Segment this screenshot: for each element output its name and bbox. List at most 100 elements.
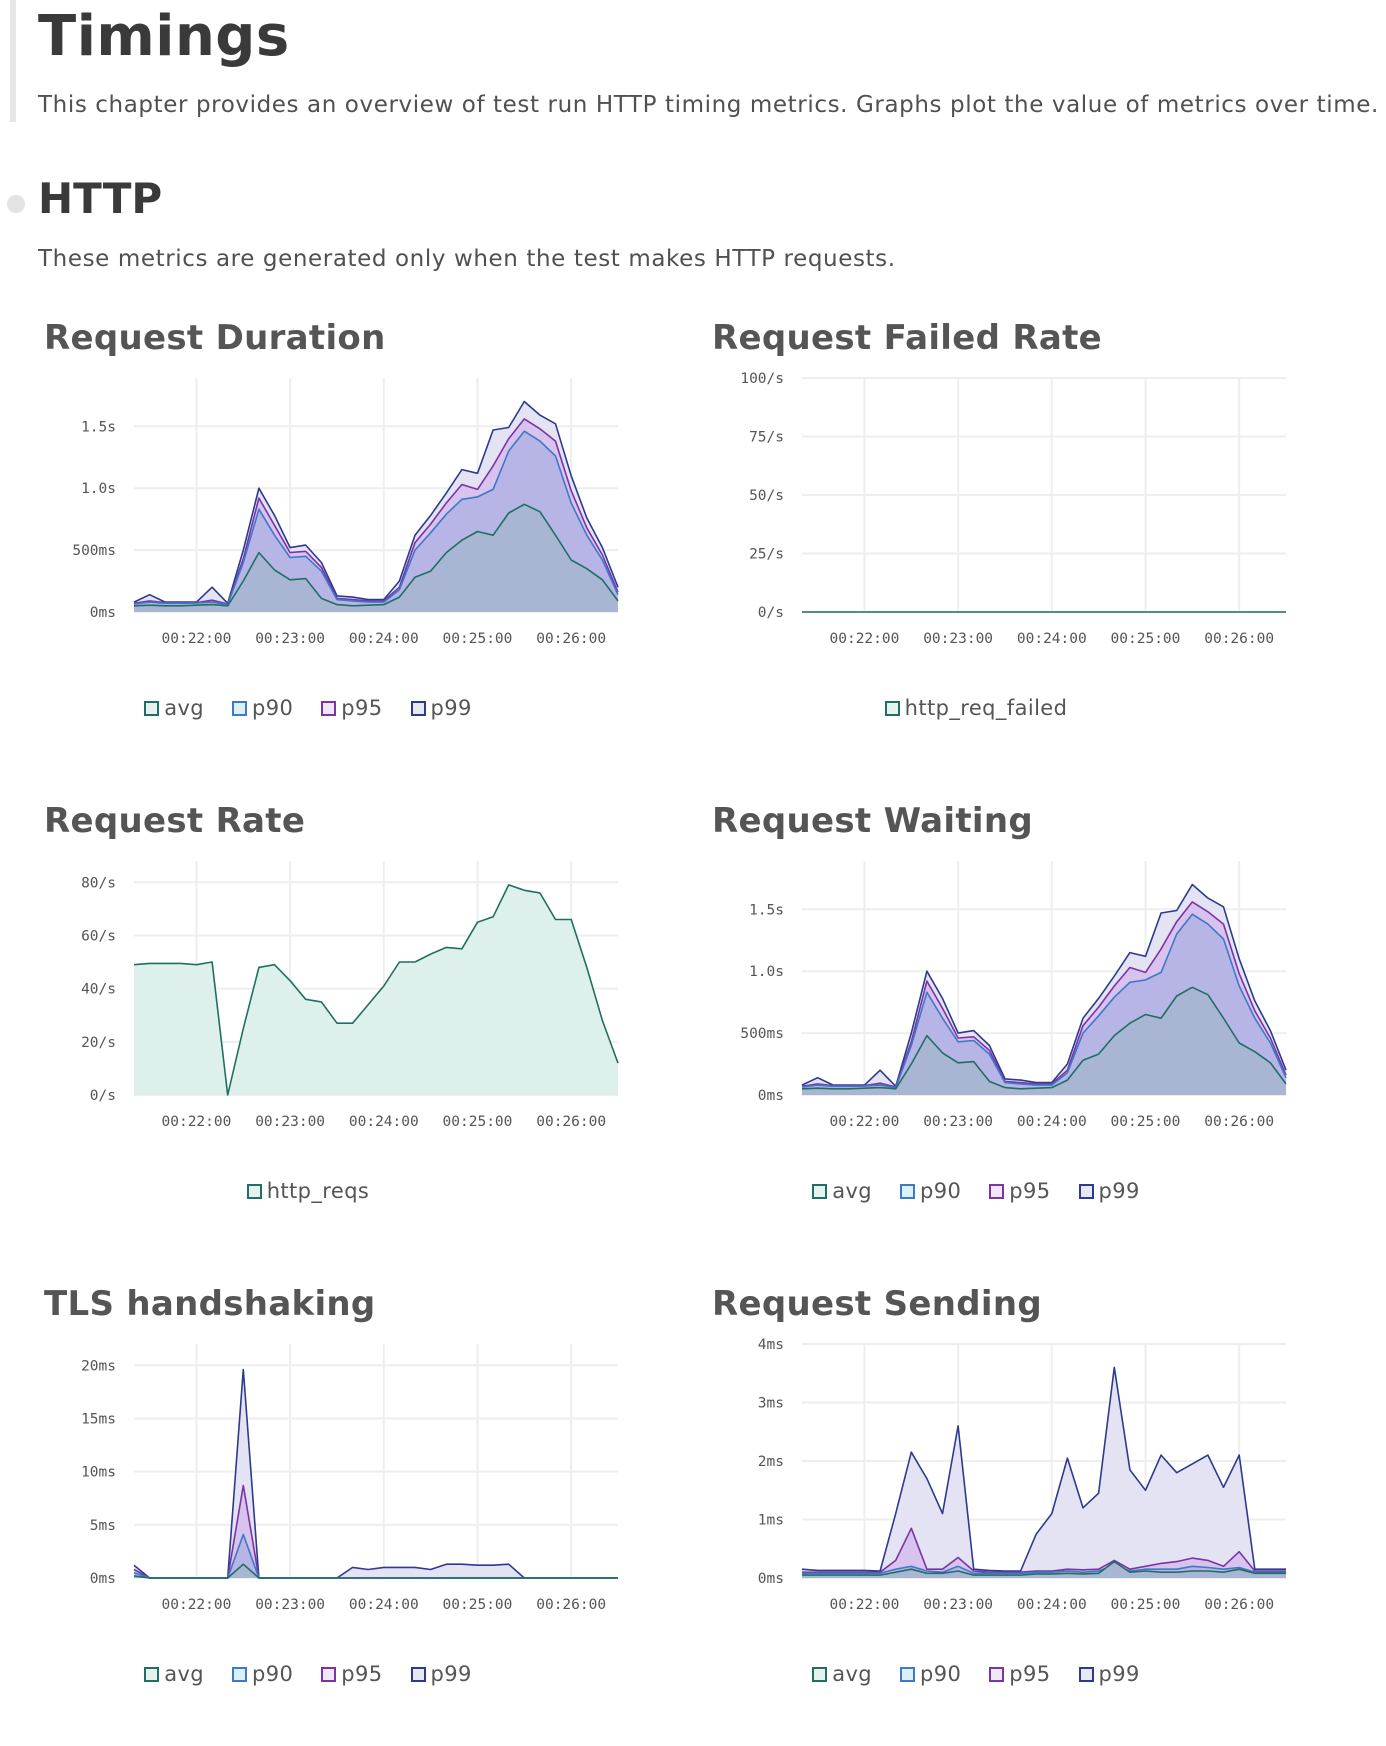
x-tick-label: 00:22:00 [162,1597,232,1613]
chart-canvas: 0ms 5ms 10ms 15ms 20ms 00:22:00 00:23:00 00:24:… [81,1344,618,1613]
chart-legend[interactable]: http_req_failed [706,696,1246,720]
legend-item-p90[interactable]: p90 [232,696,293,720]
x-tick-label: 00:23:00 [255,631,325,647]
x-tick-label: 00:22:00 [830,631,900,647]
chart-title: Request Failed Rate [712,318,1103,358]
y-tick-label: 15ms [81,1411,116,1427]
legend-item-p90[interactable]: p90 [232,1662,293,1686]
x-tick-label: 00:23:00 [255,1114,325,1130]
legend-item-avg[interactable]: avg [144,696,204,720]
legend-item-p99[interactable]: p99 [1078,1662,1140,1686]
series-line-p99 [133,1368,618,1579]
page-description: This chapter provides an overview of tes… [38,92,1379,118]
legend-label: p90 [252,696,294,720]
y-tick-label: 3ms [758,1396,784,1412]
y-tick-label: 4ms [758,1337,784,1353]
chart-legend[interactable]: avg p90 p95 p99 [38,696,578,720]
y-tick-label: 0/s [90,1088,116,1104]
chart-legend[interactable]: avg p90 p95 p99 [706,1662,1246,1686]
y-tick-label: 50/s [749,488,784,504]
legend-swatch [1078,1666,1094,1682]
chart-request-duration: Request Duration 0ms 500ms 1.0s 1.5s 00:22:0… [38,318,678,768]
x-tick-label: 00:22:00 [162,631,232,647]
legend-label: http_req_failed [904,696,1068,720]
legend-label: avg [164,1662,205,1686]
chart-title: Request Waiting [712,801,1034,841]
legend-label: p99 [430,696,472,720]
x-tick-label: 00:26:00 [536,631,606,647]
legend-item-p99[interactable]: p99 [410,696,472,720]
legend-swatch [321,1666,337,1682]
legend-item-avg[interactable]: avg [812,1179,872,1203]
legend-item-p90[interactable]: p90 [900,1662,961,1686]
y-tick-label: 40/s [81,982,116,998]
legend-swatch [321,700,337,716]
legend-swatch [989,1666,1005,1682]
legend-item-p95[interactable]: p95 [989,1179,1050,1203]
legend-swatch [812,1183,828,1199]
y-tick-label: 0/s [758,605,784,621]
legend-swatch [232,700,248,716]
legend-item-p95[interactable]: p95 [321,696,382,720]
chart-canvas: 0ms 500ms 1.0s 1.5s 00:22:00 00:23:00 00:24:00… [72,378,619,647]
chart-canvas: 0/s 25/s 50/s 75/s 100/s 00:22:00 00:23:00 00:2… [740,371,1286,647]
y-tick-label: 20/s [81,1035,116,1051]
legend-label: p90 [252,1662,294,1686]
y-tick-label: 2ms [758,1454,784,1470]
y-tick-label: 75/s [749,430,784,446]
legend-swatch [1078,1183,1094,1199]
legend-swatch [900,1666,916,1682]
y-tick-label: 60/s [81,928,116,944]
legend-label: p95 [341,696,383,720]
chart-request-waiting: Request Waiting 0ms 500ms 1.0s 1.5s 00:22:00… [706,801,1346,1251]
legend-item-avg[interactable]: avg [812,1662,872,1686]
legend-swatch [232,1666,248,1682]
legend-swatch [989,1183,1005,1199]
x-tick-label: 00:23:00 [923,631,993,647]
x-tick-label: 00:26:00 [1204,631,1274,647]
x-tick-label: 00:25:00 [1111,1597,1181,1613]
y-tick-label: 20ms [81,1358,116,1374]
legend-item-http_reqs[interactable]: http_reqs [246,1179,370,1203]
legend-swatch [144,1666,160,1682]
chart-canvas: 0/s 20/s 40/s 60/s 80/s 00:22:00 00:23:00 00:24… [81,861,619,1130]
x-tick-label: 00:26:00 [1204,1597,1274,1613]
x-tick-label: 00:25:00 [443,631,513,647]
chart-legend[interactable]: avg p90 p95 p99 [38,1662,578,1686]
chart-legend[interactable]: http_reqs [38,1179,578,1203]
series-area-p99 [134,1369,618,1578]
chart-title: Request Rate [44,801,306,841]
legend-swatch [900,1183,916,1199]
y-tick-label: 1.0s [749,964,784,980]
legend-label: p95 [341,1662,383,1686]
legend-label: p95 [1009,1662,1051,1686]
chart-request-failed-rate: Request Failed Rate 0/s 25/s 50/s 75/s 100/s… [706,318,1346,768]
legend-item-p95[interactable]: p95 [321,1662,382,1686]
chart-canvas: 0ms 500ms 1.0s 1.5s 00:22:00 00:23:00 00:24:00… [740,861,1287,1130]
x-tick-label: 00:23:00 [255,1597,325,1613]
legend-label: p95 [1009,1179,1051,1203]
legend-item-avg[interactable]: avg [144,1662,204,1686]
section-accent-bar [10,0,16,122]
legend-item-p95[interactable]: p95 [989,1662,1050,1686]
x-tick-label: 00:26:00 [536,1597,606,1613]
legend-item-http_req_failed[interactable]: http_req_failed [884,696,1068,720]
y-tick-label: 1ms [758,1513,784,1529]
y-tick-label: 500ms [740,1026,784,1042]
legend-swatch [410,1666,426,1682]
legend-swatch [812,1666,828,1682]
y-tick-label: 5ms [90,1518,116,1534]
legend-item-p99[interactable]: p99 [410,1662,472,1686]
x-tick-label: 00:24:00 [349,1597,419,1613]
chart-legend[interactable]: avg p90 p95 p99 [706,1179,1246,1203]
x-tick-label: 00:25:00 [443,1597,513,1613]
x-tick-label: 00:24:00 [349,631,419,647]
y-tick-label: 0ms [758,1088,784,1104]
y-tick-label: 500ms [72,543,116,559]
legend-item-p90[interactable]: p90 [900,1179,961,1203]
legend-item-p99[interactable]: p99 [1078,1179,1140,1203]
chart-title: Request Sending [712,1284,1042,1324]
legend-label: p99 [1098,1662,1140,1686]
x-tick-label: 00:22:00 [830,1597,900,1613]
legend-label: avg [832,1662,873,1686]
